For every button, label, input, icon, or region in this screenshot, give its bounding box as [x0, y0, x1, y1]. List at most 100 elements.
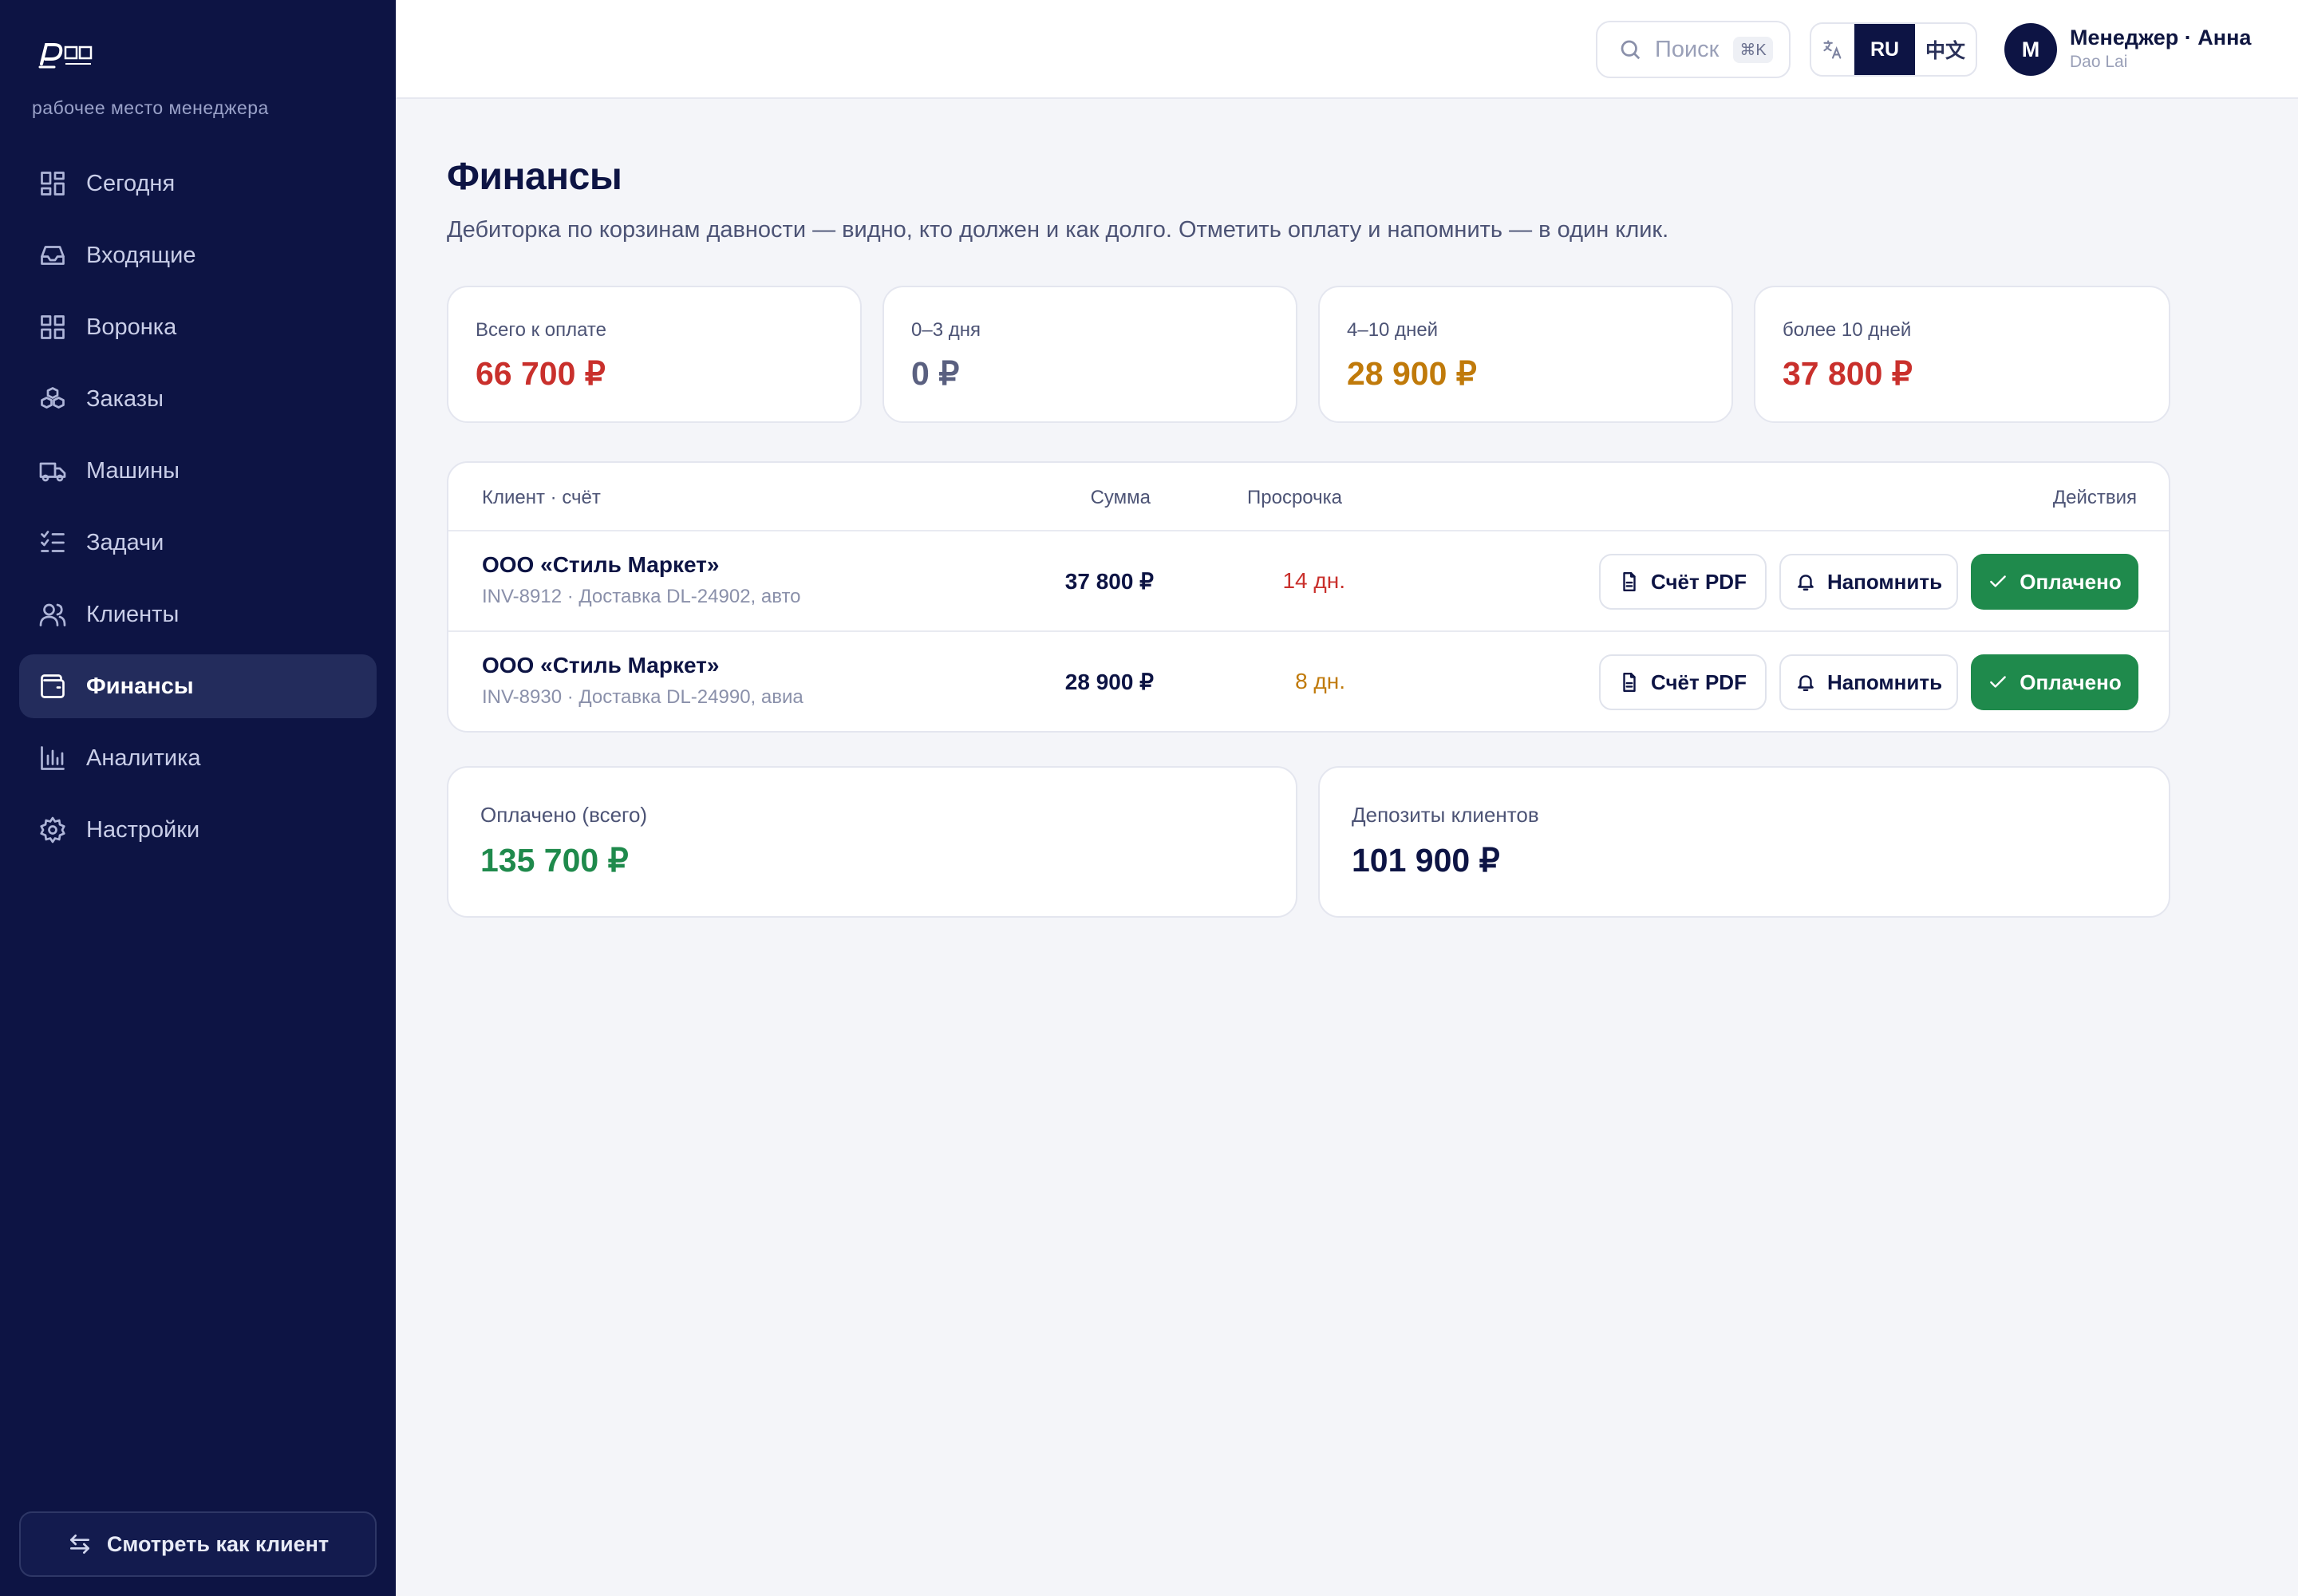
remind-button[interactable]: Напомнить	[1779, 654, 1958, 710]
sidebar-item-funnel[interactable]: Воронка	[19, 295, 377, 359]
avatar[interactable]: М	[2004, 23, 2057, 76]
column-header-client: Клиент · счёт	[482, 487, 601, 508]
check-icon	[1990, 575, 2007, 587]
sidebar-item-label: Клиенты	[86, 601, 180, 627]
search-placeholder: Поиск	[1655, 36, 1720, 62]
invoice-info: INV-8912 · Доставка DL-24902, авто	[482, 586, 801, 607]
sidebar-item-label: Заказы	[86, 385, 164, 412]
sidebar-item-label: Финансы	[86, 673, 194, 699]
column-header-sum: Сумма	[1090, 487, 1151, 508]
sidebar-item-label: Входящие	[86, 242, 196, 268]
mark-paid-button[interactable]: Оплачено	[1971, 654, 2138, 710]
gear-icon	[40, 816, 65, 843]
sidebar-item-label: Настройки	[86, 816, 200, 843]
aging-label: Всего к оплате	[476, 319, 607, 341]
deposits-card: Депозиты клиентов 101 900 ₽	[1318, 766, 2170, 918]
overdue-days: 8 дн.	[1295, 669, 1345, 693]
button-label: Счёт PDF	[1651, 670, 1747, 694]
overdue-days: 14 дн.	[1282, 568, 1345, 593]
button-label: Счёт PDF	[1651, 569, 1747, 594]
search-input[interactable]: Поиск ⌘K	[1596, 21, 1791, 78]
document-icon	[1623, 672, 1636, 693]
users-icon	[39, 603, 66, 626]
check-icon	[1990, 676, 2007, 688]
grid-icon	[41, 172, 65, 196]
workspace-subtitle: рабочее место менеджера	[32, 97, 269, 118]
sidebar-item-analytics[interactable]: Аналитика	[19, 726, 377, 790]
button-label: Оплачено	[2020, 569, 2122, 594]
sidebar-item-label: Задачи	[86, 529, 164, 555]
paid-total-card: Оплачено (всего) 135 700 ₽	[447, 766, 1297, 918]
lang-option-ru[interactable]: RU	[1854, 24, 1915, 75]
sidebar-item-label: Аналитика	[86, 745, 201, 771]
bell-icon	[1798, 575, 1814, 591]
column-header-overdue: Просрочка	[1247, 487, 1342, 508]
aging-value: 28 900 ₽	[1347, 355, 1477, 392]
logo-icon	[38, 43, 93, 69]
sidebar: рабочее место менеджера Сегодня Входящие…	[0, 0, 396, 1596]
table-row: ООО «Стиль Маркет» INV-8912 · Доставка D…	[448, 530, 2169, 630]
deposits-label: Депозиты клиентов	[1352, 803, 1539, 827]
language-switcher: RU 中文	[1810, 22, 1977, 77]
sidebar-item-label: Воронка	[86, 314, 177, 340]
invoice-pdf-button[interactable]: Счёт PDF	[1599, 554, 1767, 610]
sidebar-item-orders[interactable]: Заказы	[19, 367, 377, 431]
client-name: ООО «Стиль Маркет»	[482, 653, 720, 678]
sidebar-item-label: Машины	[86, 457, 180, 484]
aging-label: более 10 дней	[1783, 319, 1912, 341]
aging-card-10-plus: более 10 дней 37 800 ₽	[1754, 286, 2170, 423]
aging-card-0-3: 0–3 дня 0 ₽	[882, 286, 1297, 423]
remind-button[interactable]: Напомнить	[1779, 554, 1958, 610]
button-label: Напомнить	[1826, 670, 1943, 694]
aging-label: 0–3 дня	[911, 319, 981, 341]
view-as-client-label: Смотреть как клиент	[106, 1531, 330, 1556]
sidebar-item-settings[interactable]: Настройки	[19, 798, 377, 862]
aging-card-total: Всего к оплате 66 700 ₽	[447, 286, 862, 423]
aging-label: 4–10 дней	[1347, 319, 1439, 341]
sidebar-nav: Сегодня Входящие Воронка Заказы Машины З…	[19, 152, 377, 870]
column-header-actions: Действия	[2052, 487, 2137, 508]
invoice-pdf-button[interactable]: Счёт PDF	[1599, 654, 1767, 710]
invoice-info: INV-8930 · Доставка DL-24990, авиа	[482, 686, 804, 708]
sidebar-item-inbox[interactable]: Входящие	[19, 223, 377, 287]
aging-value: 37 800 ₽	[1783, 355, 1913, 392]
aging-value: 0 ₽	[911, 355, 960, 392]
view-as-client-button[interactable]: Смотреть как клиент	[19, 1511, 377, 1577]
top-header: Поиск ⌘K RU 中文 М Менеджер · Анна Dao Lai	[396, 0, 2298, 99]
document-icon	[1623, 571, 1636, 592]
page-title: Финансы	[447, 156, 622, 198]
search-icon	[1621, 40, 1641, 60]
receivables-table: Клиент · счёт Сумма Просрочка Действия О…	[447, 461, 2170, 733]
wallet-icon	[41, 674, 65, 698]
table-row: ООО «Стиль Маркет» INV-8930 · Доставка D…	[448, 630, 2169, 731]
bell-icon	[1798, 675, 1814, 691]
sidebar-item-today[interactable]: Сегодня	[19, 152, 377, 215]
page-description: Дебиторка по корзинам давности — видно, …	[447, 217, 1669, 243]
user-name: Менеджер · Анна	[2070, 26, 2252, 49]
button-label: Оплачено	[2020, 670, 2122, 694]
inbox-icon	[41, 246, 65, 265]
checklist-icon	[41, 531, 65, 552]
invoice-sum: 37 800 ₽	[1064, 569, 1154, 594]
boxes-icon	[41, 387, 65, 409]
deposits-value: 101 900 ₽	[1352, 842, 1500, 879]
sidebar-item-trucks[interactable]: Машины	[19, 439, 377, 503]
sidebar-item-finance[interactable]: Финансы	[19, 654, 377, 718]
truck-icon	[39, 462, 66, 482]
search-shortcut-badge: ⌘K	[1733, 36, 1773, 63]
user-company: Dao Lai	[2070, 53, 2128, 71]
mark-paid-button[interactable]: Оплачено	[1971, 554, 2138, 610]
sidebar-item-label: Сегодня	[86, 170, 176, 196]
brand-logo[interactable]	[38, 40, 94, 70]
client-name: ООО «Стиль Маркет»	[482, 552, 720, 577]
invoice-sum: 28 900 ₽	[1064, 670, 1154, 694]
funnel-grid-icon	[41, 315, 65, 339]
translate-icon	[1811, 24, 1854, 75]
aging-value: 66 700 ₽	[476, 355, 606, 392]
paid-total-value: 135 700 ₽	[480, 842, 629, 879]
sidebar-item-clients[interactable]: Клиенты	[19, 583, 377, 646]
aging-card-4-10: 4–10 дней 28 900 ₽	[1318, 286, 1733, 423]
lang-option-zh[interactable]: 中文	[1915, 24, 1976, 75]
button-label: Напомнить	[1826, 569, 1943, 594]
sidebar-item-tasks[interactable]: Задачи	[19, 511, 377, 575]
